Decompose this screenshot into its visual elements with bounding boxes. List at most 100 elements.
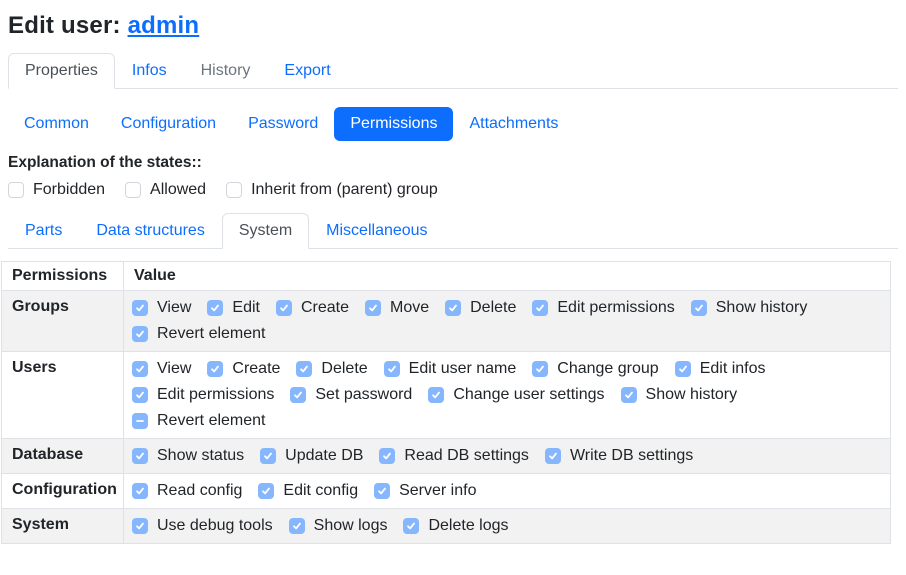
checkbox-create[interactable] — [207, 361, 223, 377]
check-item-edit[interactable]: Edit — [207, 299, 260, 317]
check-item-move[interactable]: Move — [365, 299, 429, 317]
states-legend-title: Explanation of the states:: — [8, 154, 898, 172]
checkbox-create[interactable] — [276, 300, 292, 316]
checkbox-label: View — [157, 299, 191, 317]
checkmark-icon — [278, 302, 290, 314]
checkbox-use-debug-tools[interactable] — [132, 518, 148, 534]
nav-item: Parts — [8, 213, 79, 248]
check-item-inherit-from-parent-group[interactable]: Inherit from (parent) group — [226, 181, 438, 199]
check-item-view[interactable]: View — [132, 360, 191, 378]
checkbox-revert-element[interactable] — [132, 413, 148, 429]
tab-properties[interactable]: Properties — [8, 53, 115, 89]
check-item-edit-permissions[interactable]: Edit permissions — [532, 299, 674, 317]
checkbox-show-history[interactable] — [691, 300, 707, 316]
checkbox-edit-infos[interactable] — [675, 361, 691, 377]
checkbox-show-status[interactable] — [132, 448, 148, 464]
check-item-allowed[interactable]: Allowed — [125, 181, 206, 199]
check-line: Read config Edit config Server info — [132, 478, 882, 504]
permission-tab-bar: PartsData structuresSystemMiscellaneous — [8, 213, 898, 249]
nav-item: Password — [232, 107, 334, 141]
check-item-create[interactable]: Create — [276, 299, 349, 317]
check-item-show-history[interactable]: Show history — [621, 386, 738, 404]
check-item-delete[interactable]: Delete — [296, 360, 367, 378]
check-item-edit-permissions[interactable]: Edit permissions — [132, 386, 274, 404]
check-item-update-db[interactable]: Update DB — [260, 447, 363, 465]
nav-item: Data structures — [79, 213, 221, 248]
checkbox-edit-config[interactable] — [258, 483, 274, 499]
check-item-edit-user-name[interactable]: Edit user name — [384, 360, 517, 378]
checkbox-change-user-settings[interactable] — [428, 387, 444, 403]
check-item-delete-logs[interactable]: Delete logs — [403, 517, 508, 535]
checkbox-view[interactable] — [132, 300, 148, 316]
checkbox-edit-user-name[interactable] — [384, 361, 400, 377]
checkbox-label: Show logs — [314, 517, 388, 535]
checkbox-show-history[interactable] — [621, 387, 637, 403]
tab-permissions[interactable]: Permissions — [334, 107, 453, 141]
check-item-create[interactable]: Create — [207, 360, 280, 378]
edited-user-link[interactable]: admin — [128, 12, 200, 39]
check-item-show-history[interactable]: Show history — [691, 299, 808, 317]
checkbox-label: Use debug tools — [157, 517, 273, 535]
checkbox-view[interactable] — [132, 361, 148, 377]
checkbox-write-db-settings[interactable] — [545, 448, 561, 464]
check-item-read-config[interactable]: Read config — [132, 482, 242, 500]
checkbox-allowed[interactable] — [125, 182, 141, 198]
check-item-edit-config[interactable]: Edit config — [258, 482, 358, 500]
checkbox-forbidden[interactable] — [8, 182, 24, 198]
check-item-server-info[interactable]: Server info — [374, 482, 476, 500]
checkmark-icon — [262, 450, 274, 462]
tab-infos[interactable]: Infos — [115, 53, 184, 89]
checkbox-read-db-settings[interactable] — [379, 448, 395, 464]
check-item-read-db-settings[interactable]: Read DB settings — [379, 447, 529, 465]
check-item-view[interactable]: View — [132, 299, 191, 317]
checkmark-icon — [134, 363, 146, 375]
check-item-show-status[interactable]: Show status — [132, 447, 244, 465]
check-item-change-group[interactable]: Change group — [532, 360, 658, 378]
tab-attachments[interactable]: Attachments — [453, 107, 574, 141]
permission-values: Show status Update DB Read DB settings Writ… — [124, 439, 891, 474]
permission-category: System — [2, 509, 124, 544]
checkbox-revert-element[interactable] — [132, 326, 148, 342]
checkbox-show-logs[interactable] — [289, 518, 305, 534]
checkbox-edit-permissions[interactable] — [532, 300, 548, 316]
tab-configuration[interactable]: Configuration — [105, 107, 232, 141]
checkmark-icon — [291, 520, 303, 532]
checkbox-label: Read config — [157, 482, 242, 500]
check-item-change-user-settings[interactable]: Change user settings — [428, 386, 604, 404]
checkmark-icon — [430, 389, 442, 401]
checkmark-icon — [534, 302, 546, 314]
checkbox-delete-logs[interactable] — [403, 518, 419, 534]
check-item-show-logs[interactable]: Show logs — [289, 517, 388, 535]
check-line: Revert element — [132, 321, 882, 347]
check-item-revert-element[interactable]: Revert element — [132, 325, 266, 343]
tab-password[interactable]: Password — [232, 107, 334, 141]
checkbox-update-db[interactable] — [260, 448, 276, 464]
tab-common[interactable]: Common — [8, 107, 105, 141]
checkbox-label: Edit user name — [409, 360, 517, 378]
table-row-configuration: ConfigurationRead configEdit configServe… — [2, 474, 891, 509]
check-item-set-password[interactable]: Set password — [290, 386, 412, 404]
checkbox-server-info[interactable] — [374, 483, 390, 499]
checkbox-edit-permissions[interactable] — [132, 387, 148, 403]
check-item-revert-element[interactable]: Revert element — [132, 412, 266, 430]
checkbox-inherit-from-parent-group[interactable] — [226, 182, 242, 198]
tab-parts[interactable]: Parts — [8, 213, 79, 249]
check-item-delete[interactable]: Delete — [445, 299, 516, 317]
tab-system[interactable]: System — [222, 213, 309, 249]
checkbox-delete[interactable] — [296, 361, 312, 377]
tab-data-structures[interactable]: Data structures — [79, 213, 221, 249]
check-item-use-debug-tools[interactable]: Use debug tools — [132, 517, 273, 535]
checkbox-change-group[interactable] — [532, 361, 548, 377]
checkbox-set-password[interactable] — [290, 387, 306, 403]
checkbox-move[interactable] — [365, 300, 381, 316]
checkbox-edit[interactable] — [207, 300, 223, 316]
checkbox-read-config[interactable] — [132, 483, 148, 499]
permissions-table: PermissionsValue GroupsViewEditCreateMov… — [1, 261, 891, 544]
check-item-edit-infos[interactable]: Edit infos — [675, 360, 766, 378]
check-item-write-db-settings[interactable]: Write DB settings — [545, 447, 693, 465]
tab-miscellaneous[interactable]: Miscellaneous — [309, 213, 444, 249]
checkbox-delete[interactable] — [445, 300, 461, 316]
table-row-database: DatabaseShow statusUpdate DBRead DB sett… — [2, 439, 891, 474]
check-item-forbidden[interactable]: Forbidden — [8, 181, 105, 199]
tab-export[interactable]: Export — [267, 53, 347, 89]
